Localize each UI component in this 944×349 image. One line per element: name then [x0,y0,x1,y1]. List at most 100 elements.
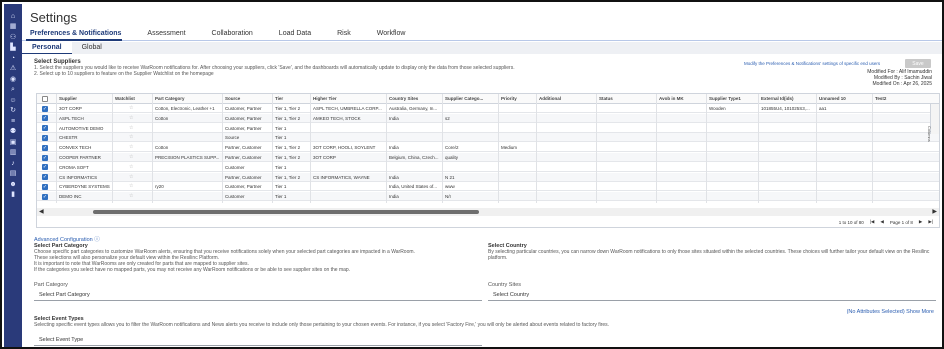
column-header[interactable]: Supplier Type1 [707,94,759,103]
row-checkbox[interactable]: ✓ [42,183,48,190]
horizontal-scrollbar[interactable]: ◀ ▶ [37,208,939,216]
column-header[interactable]: Supplier [57,94,113,103]
home-icon[interactable]: ⌂ [4,11,22,22]
column-header[interactable]: Supplier Catego... [443,94,499,103]
suppliers-grid: Supplier Watchlist Part Category Source Tier… [36,93,940,228]
column-header[interactable]: Source [223,94,273,103]
column-header[interactable]: External Id(ids) [759,94,817,103]
country-select[interactable]: Select Country [488,289,936,301]
tab-assessment[interactable]: Assessment [147,30,185,40]
next-page-icon[interactable]: ▶ [919,219,922,225]
table-row[interactable]: ✓ ASPL TECH ☆ Cotton Customer, Partner Tier 1… [37,113,939,123]
row-checkbox[interactable]: ✓ [42,154,48,161]
watchlist-star-icon[interactable]: ☆ [129,104,133,113]
watchlist-star-icon[interactable]: ☆ [129,133,133,142]
table-cell: www [445,184,455,190]
watchlist-star-icon[interactable]: ☆ [129,192,133,201]
column-header[interactable]: Tier [273,94,311,103]
row-checkbox[interactable]: ✓ [42,144,48,151]
column-header[interactable]: Additional [537,94,597,103]
watchlist-star-icon[interactable]: ☆ [129,182,133,191]
group-icon[interactable]: ⚉ [4,127,22,138]
table-cell: ASPL TECH, UMBRELLA CORP... [313,106,382,111]
factory-icon[interactable]: ▙ [4,43,22,54]
tab-risk[interactable]: Risk [337,30,351,40]
show-more-link[interactable]: (No Attributes Selected) Show More [847,309,934,315]
row-checkbox[interactable]: ✓ [42,125,48,132]
map-pin-icon[interactable]: ◉ [4,74,22,85]
bell-icon[interactable]: ♪ [4,158,22,169]
column-divider [816,94,817,203]
column-header[interactable]: Unnamed 10 [817,94,873,103]
bar-chart-icon[interactable]: ▮ [4,190,22,201]
column-header[interactable]: Priority [499,94,537,103]
box-icon[interactable]: ▣ [4,137,22,148]
refresh-icon[interactable]: ↻ [4,106,22,117]
list-icon[interactable]: ≡ [4,116,22,127]
row-checkbox[interactable]: ✓ [42,164,48,171]
calendar-icon[interactable]: ▦ [4,22,22,33]
column-divider [310,94,311,203]
first-page-icon[interactable]: |◀ [870,219,875,225]
table-cell: Customer, Partner [225,184,262,190]
table-row[interactable]: ✓ CONVEX TECH ☆ Cotton Partner, Customer Tier… [37,143,939,153]
watchlist-star-icon[interactable]: ☆ [129,153,133,162]
tab-workflow[interactable]: Workflow [377,30,406,40]
row-checkbox[interactable]: ✓ [42,115,48,122]
table-row[interactable]: ✓ CS INFORMATICS ☆ Partner, Customer Tier 1,… [37,172,939,182]
modify-end-users-link[interactable]: Modify the Preferences & Notifications' … [744,61,880,66]
tab-collaboration[interactable]: Collaboration [212,30,253,40]
row-checkbox[interactable]: ✓ [42,174,48,181]
row-checkbox[interactable]: ✓ [42,134,48,141]
left-sidebar: ⌂ ▦ ⚇ ▙ ◔ ⚠ ◉ ⌕ ☺ ↻ ≡ ⚉ ▣ ▥ ♪ ▤ ☻ ▮ [4,4,22,347]
table-icon[interactable]: ▤ [4,169,22,180]
alert-icon[interactable]: ⚠ [4,64,22,75]
tab-load-data[interactable]: Load Data [279,30,311,40]
table-cell: ry20 [155,184,164,190]
table-row[interactable]: ✓ CROMA SOFT ☆ Customer Tier 1 [37,163,939,172]
building-icon[interactable]: ▥ [4,148,22,159]
subtab-personal[interactable]: Personal [22,42,72,54]
save-button[interactable]: Save [905,59,931,68]
row-checkbox[interactable]: ✓ [42,193,48,200]
scrollbar-thumb[interactable] [93,210,479,214]
part-category-select[interactable]: Select Part Category [34,289,482,301]
table-cell: aa1 [819,106,827,111]
watchlist-star-icon[interactable]: ☆ [129,124,133,133]
event-type-select[interactable]: Select Event Type [34,334,482,346]
country-sites-label: Country Sites [488,282,522,288]
column-divider [386,94,387,203]
watchlist-star-icon[interactable]: ☆ [129,163,133,172]
prev-page-icon[interactable]: ◀ [880,219,883,225]
advanced-configuration-link[interactable]: Advanced Configuration ⓘ [34,235,100,243]
watchlist-star-icon[interactable]: ☆ [129,173,133,182]
column-divider [596,94,597,203]
table-row[interactable]: ✓ COOPER PARTNER ☆ PRECISION PLASTICS SUPP.… [37,153,939,162]
watchlist-star-icon[interactable]: ☆ [129,114,133,123]
table-row[interactable]: ✓ CYBERDYNE SYSTEMS ☆ ry20 Customer, Partner… [37,182,939,192]
column-header[interactable]: Higher Tier [311,94,387,103]
column-header[interactable]: Status [597,94,657,103]
table-row[interactable]: ✓ DEMO INC ☆ Customer Tier 1 India N/I [37,192,939,202]
chart-icon[interactable]: ◔ [4,53,22,64]
column-header[interactable]: Test2 [873,94,913,103]
columns-panel-tab[interactable]: Columns [927,104,939,142]
row-checkbox[interactable]: ✓ [42,105,48,112]
column-header[interactable]: Avob in MK [657,94,707,103]
column-header[interactable]: Country Sites [387,94,443,103]
search-icon[interactable]: ⌕ [4,85,22,96]
table-row[interactable]: ✓ AUTOMOTIVE DEMO ☆ Customer, Partner Tier 1 [37,124,939,133]
table-row[interactable]: ✓ 3OT CORP ☆ Cotton, Electronic, Leather +1… [37,104,939,113]
select-all-checkbox[interactable] [42,96,48,102]
person-icon[interactable]: ☺ [4,95,22,106]
people-icon[interactable]: ☻ [4,179,22,190]
subtab-global[interactable]: Global [72,42,112,54]
last-page-icon[interactable]: ▶| [928,219,933,225]
column-header[interactable]: Part Category [153,94,223,103]
watchlist-star-icon[interactable]: ☆ [129,143,133,152]
scroll-left-icon[interactable]: ◀ [39,208,44,216]
scroll-right-icon[interactable]: ▶ [932,208,937,216]
table-row[interactable]: ✓ CHESTR ☆ Source Tier 1 [37,133,939,143]
users-icon[interactable]: ⚇ [4,32,22,43]
column-header[interactable]: Watchlist [113,94,153,103]
